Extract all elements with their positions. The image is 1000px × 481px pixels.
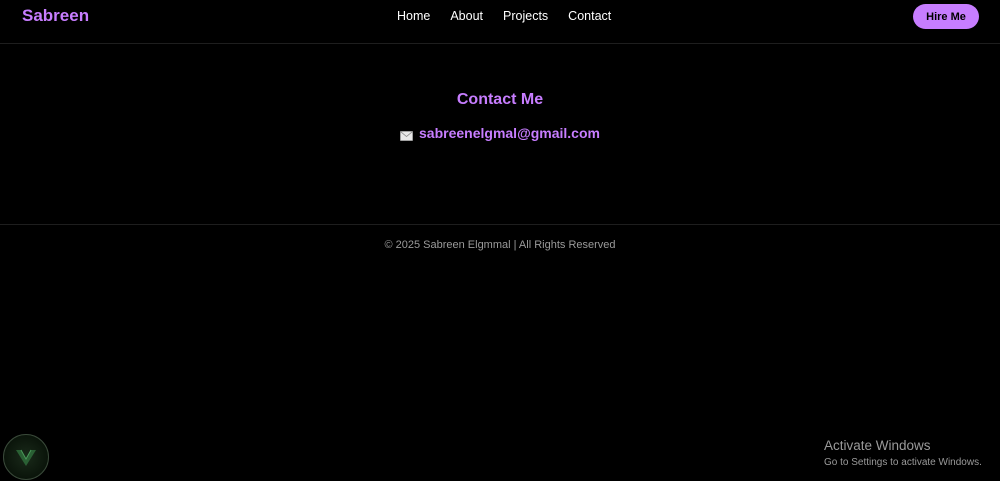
nav-link-contact[interactable]: Contact — [568, 9, 611, 24]
shield-badge-icon[interactable] — [3, 434, 49, 480]
contact-email-row: sabreenelgmal@gmail.com — [0, 125, 1000, 141]
envelope-icon — [400, 128, 413, 141]
nav-link-about[interactable]: About — [450, 9, 483, 24]
contact-title: Contact Me — [456, 91, 544, 108]
watermark-subtitle: Go to Settings to activate Windows. — [824, 457, 982, 468]
footer-copyright: © 2025 Sabreen Elgmmal | All Rights Rese… — [384, 239, 616, 251]
page: Sabreen Home About Projects Contact Hire… — [0, 0, 1000, 481]
activate-windows-watermark: Activate Windows Go to Settings to activ… — [824, 438, 982, 470]
watermark-title: Activate Windows — [824, 438, 931, 453]
nav-link-projects[interactable]: Projects — [503, 9, 548, 24]
email-link[interactable]: sabreenelgmal@gmail.com — [419, 125, 600, 141]
brand-logo[interactable]: Sabreen — [22, 6, 89, 26]
hire-me-button[interactable]: Hire Me — [913, 4, 979, 29]
navbar: Sabreen Home About Projects Contact Hire… — [0, 0, 1000, 44]
footer: © 2025 Sabreen Elgmmal | All Rights Rese… — [0, 224, 1000, 251]
nav-link-home[interactable]: Home — [397, 9, 430, 24]
nav-links: Home About Projects Contact — [397, 9, 611, 24]
